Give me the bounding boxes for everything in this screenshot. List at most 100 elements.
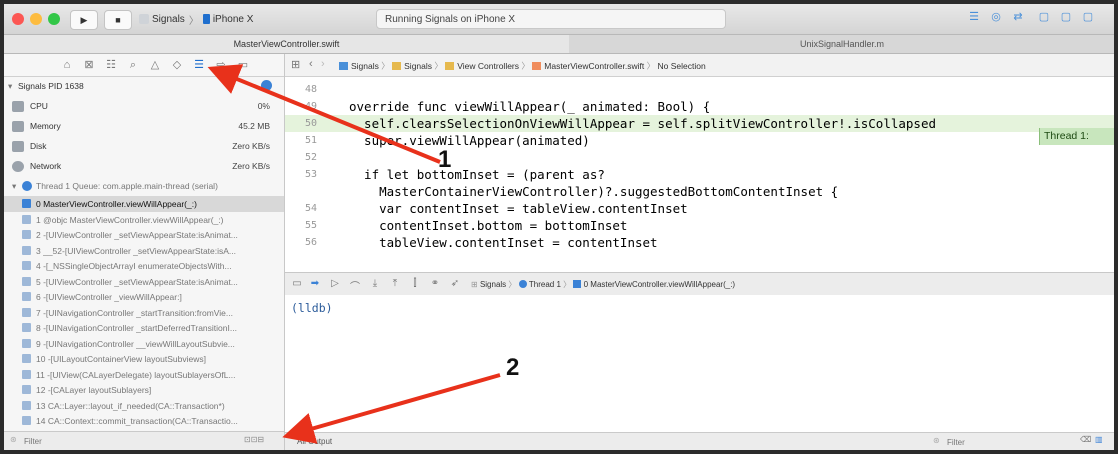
back-button[interactable]: ‹ bbox=[309, 58, 313, 70]
stack-frame-label: 7 -[UINavigationController _startTransit… bbox=[36, 307, 233, 318]
stack-frame-row[interactable]: 14 CA::Context::commit_transaction(CA::T… bbox=[4, 413, 284, 429]
tab-unix-signal-handler[interactable]: UnixSignalHandler.m bbox=[570, 35, 1114, 53]
stop-icon: ■ bbox=[115, 15, 121, 25]
jump-bar-crumbs: Signals 〉 Signals 〉 View Controllers 〉 M… bbox=[339, 60, 706, 72]
step-into-icon[interactable]: ⤓ bbox=[369, 278, 381, 289]
stack-frame-row[interactable]: 13 CA::Layer::layout_if_needed(CA::Trans… bbox=[4, 398, 284, 414]
report-navigator-icon[interactable]: ▭ bbox=[236, 58, 250, 72]
line-number: 56 bbox=[304, 237, 317, 248]
utilities-toggle-icon[interactable]: ▢ bbox=[1078, 10, 1098, 26]
crumb-group[interactable]: Signals bbox=[404, 61, 432, 71]
disclosure-icon: ▾ bbox=[8, 81, 13, 91]
thread-row[interactable]: ▾ Thread 1 Queue: com.apple.main-thread … bbox=[4, 178, 284, 194]
debug-navigator-icon[interactable]: ☰ bbox=[192, 58, 206, 72]
gauge-memory[interactable]: Memory 45.2 MB bbox=[4, 116, 284, 136]
stack-frame-row[interactable]: 1 @objc MasterViewController.viewWillApp… bbox=[4, 212, 284, 228]
stop-button[interactable]: ■ bbox=[104, 10, 132, 30]
breakpoint-navigator-icon[interactable]: ⇨ bbox=[214, 58, 228, 72]
console-bottom-bar: All Output ⊛ ⌫ ▥ bbox=[285, 432, 1114, 450]
crumb-project[interactable]: Signals bbox=[351, 61, 379, 71]
stack-frame-label: 14 CA::Context::commit_transaction(CA::T… bbox=[36, 416, 238, 426]
debug-crumb-frame[interactable]: 0 MasterViewController.viewWillAppear(_:… bbox=[584, 280, 735, 289]
memory-graph-icon[interactable]: ⚭ bbox=[429, 278, 441, 289]
lldb-console[interactable]: (lldb) bbox=[285, 295, 1114, 432]
trash-icon[interactable]: ⌫ bbox=[1080, 435, 1091, 444]
stack-frame-row[interactable]: 12 -[CALayer layoutSublayers] bbox=[4, 382, 284, 398]
step-out-icon[interactable]: ⤒ bbox=[389, 278, 401, 289]
test-navigator-icon[interactable]: ◇ bbox=[170, 58, 184, 72]
crumb-file[interactable]: MasterViewController.swift bbox=[544, 61, 644, 71]
source-editor[interactable]: 48 49 override func viewWillAppear(_ anima… bbox=[285, 77, 1114, 272]
stack-frame-row[interactable]: 2 -[UIViewController _setViewAppearState… bbox=[4, 227, 284, 243]
close-window-button[interactable] bbox=[12, 13, 24, 25]
navigator-filter-input[interactable] bbox=[22, 434, 226, 448]
related-items-icon[interactable]: ⊞ bbox=[291, 58, 300, 71]
step-over-icon[interactable]: ⌒ bbox=[349, 278, 361, 293]
stack-frame-row[interactable]: 11 -[UIView(CALayerDelegate) layoutSubla… bbox=[4, 367, 284, 383]
assistant-editor-icon[interactable]: ◎ bbox=[986, 10, 1006, 26]
gauge-cpu[interactable]: CPU 0% bbox=[4, 96, 284, 116]
disk-icon bbox=[12, 141, 24, 152]
stack-frame-row[interactable]: 4 -[_NSSingleObjectArrayI enumerateObjec… bbox=[4, 258, 284, 274]
breakpoints-toggle-icon[interactable]: ➡ bbox=[309, 278, 321, 289]
run-button[interactable]: ▶ bbox=[70, 10, 98, 30]
stack-frame-row[interactable]: 3 __52-[UIViewController _setViewAppearS… bbox=[4, 243, 284, 259]
line-number: 48 bbox=[304, 84, 317, 95]
scheme-selector[interactable]: Signals 〉 iPhone X bbox=[139, 10, 259, 28]
console-filter-input[interactable] bbox=[945, 435, 1069, 449]
filter-options-icon[interactable]: ⊡⊡⊟ bbox=[244, 435, 264, 444]
stack-frame-row[interactable]: 5 -[UIViewController _setViewAppearState… bbox=[4, 274, 284, 290]
split-view-icon[interactable]: ▥ bbox=[1095, 435, 1103, 444]
hide-debug-area-icon[interactable]: ▭ bbox=[291, 278, 303, 289]
project-navigator-icon[interactable]: ⌂ bbox=[60, 58, 74, 72]
line-number: 49 bbox=[304, 101, 317, 112]
gauge-label: Network bbox=[30, 161, 62, 171]
system-frame-icon bbox=[22, 245, 31, 255]
system-frame-icon bbox=[22, 307, 31, 317]
debug-area-toggle-icon[interactable]: ▢ bbox=[1056, 10, 1076, 26]
tab-master-view-controller[interactable]: MasterViewController.swift bbox=[4, 35, 569, 53]
symbol-navigator-icon[interactable]: ☷ bbox=[104, 58, 118, 72]
device-icon bbox=[202, 14, 210, 24]
folder-icon bbox=[392, 62, 402, 70]
pause-status-icon bbox=[261, 80, 272, 91]
process-label: Signals PID 1638 bbox=[18, 81, 84, 91]
chevron-right-icon: 〉 bbox=[188, 15, 199, 27]
app-icon: ⊞ bbox=[471, 280, 480, 289]
crumb-folder[interactable]: View Controllers bbox=[457, 61, 519, 71]
stack-frame-label: 13 CA::Layer::layout_if_needed(CA::Trans… bbox=[36, 400, 225, 411]
forward-button[interactable]: › bbox=[321, 58, 325, 70]
standard-editor-icon[interactable]: ☰ bbox=[964, 10, 984, 26]
version-editor-icon[interactable]: ⇄ bbox=[1008, 10, 1028, 26]
line-number: 53 bbox=[304, 169, 317, 180]
process-row[interactable]: ▾ Signals PID 1638 bbox=[4, 78, 284, 94]
debug-crumb-thread[interactable]: Thread 1 bbox=[529, 280, 561, 289]
zoom-window-button[interactable] bbox=[48, 13, 60, 25]
source-control-icon[interactable]: ⊠ bbox=[82, 58, 96, 72]
stack-frame-row[interactable]: 7 -[UINavigationController _startTransit… bbox=[4, 305, 284, 321]
stack-frame-row[interactable]: 8 -[UINavigationController _startDeferre… bbox=[4, 320, 284, 336]
project-icon bbox=[339, 62, 348, 70]
gauge-disk[interactable]: Disk Zero KB/s bbox=[4, 136, 284, 156]
location-icon[interactable]: ➶ bbox=[449, 278, 461, 289]
crumb-selection[interactable]: No Selection bbox=[658, 61, 706, 71]
play-icon: ▶ bbox=[80, 14, 88, 25]
stack-frame-row[interactable]: 10 -[UILayoutContainerView layoutSubview… bbox=[4, 351, 284, 367]
code-text: MasterContainerViewController)?.suggeste… bbox=[349, 184, 839, 199]
debug-navigator: ⌂ ⊠ ☷ ⌕ △ ◇ ☰ ⇨ ▭ ▾ Signals PID 1638 CPU… bbox=[4, 54, 285, 450]
gauge-network[interactable]: Network Zero KB/s bbox=[4, 156, 284, 176]
navigator-toggle-icon[interactable]: ▢ bbox=[1034, 10, 1054, 26]
view-debugger-icon[interactable]: ⫿ bbox=[409, 278, 421, 289]
issue-navigator-icon[interactable]: △ bbox=[148, 58, 162, 72]
gauge-value: Zero KB/s bbox=[232, 161, 270, 171]
output-selector[interactable]: All Output bbox=[297, 437, 332, 446]
minimize-window-button[interactable] bbox=[30, 13, 42, 25]
filter-icon: ⊛ bbox=[933, 436, 940, 445]
stack-frame-row[interactable]: 6 -[UIViewController _viewWillAppear:] bbox=[4, 289, 284, 305]
continue-icon[interactable]: ▷ bbox=[329, 278, 341, 289]
find-navigator-icon[interactable]: ⌕ bbox=[126, 58, 140, 72]
debug-crumb-process[interactable]: Signals bbox=[480, 280, 506, 289]
code-text: override func viewWillAppear(_ animated:… bbox=[349, 99, 711, 114]
stack-frame-row[interactable]: 0 MasterViewController.viewWillAppear(_:… bbox=[4, 196, 284, 212]
stack-frame-row[interactable]: 9 -[UINavigationController __viewWillLay… bbox=[4, 336, 284, 352]
